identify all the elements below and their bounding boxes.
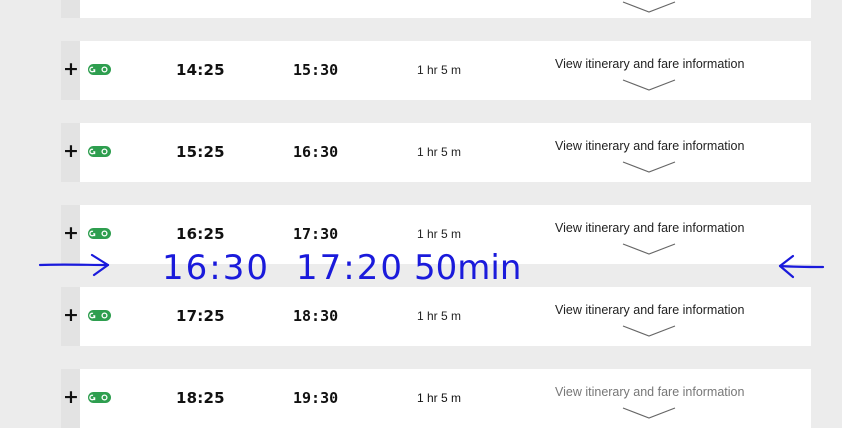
view-itinerary-link[interactable]: View itinerary and fare information xyxy=(555,303,744,317)
go-transit-logo-icon xyxy=(88,310,111,321)
trip-row: + 18:25 19:30 1 hr 5 m View itinerary an… xyxy=(61,369,811,428)
trip-duration: 1 hr 5 m xyxy=(417,391,462,405)
expand-button[interactable]: + xyxy=(62,386,80,408)
trip-duration: 1 hr 5 m xyxy=(417,227,462,241)
arrival-time: 19:30 xyxy=(293,389,339,407)
departure-time: 15:25 xyxy=(176,143,225,161)
chevron-down-icon[interactable] xyxy=(622,160,676,174)
trip-row xyxy=(61,0,811,18)
go-transit-logo-icon xyxy=(88,392,111,403)
departure-time: 17:25 xyxy=(176,307,225,325)
expand-button[interactable]: + xyxy=(62,58,80,80)
trip-duration: 1 hr 5 m xyxy=(417,309,462,323)
expand-button[interactable]: + xyxy=(62,222,80,244)
handwritten-departure: 16:30 xyxy=(162,248,270,288)
go-transit-logo-icon xyxy=(88,146,111,157)
arrival-time: 17:30 xyxy=(293,225,339,243)
trip-row: + 17:25 18:30 1 hr 5 m View itinerary an… xyxy=(61,287,811,346)
view-itinerary-link[interactable]: View itinerary and fare information xyxy=(555,139,744,153)
expand-button[interactable]: + xyxy=(62,140,80,162)
trip-duration: 1 hr 5 m xyxy=(417,145,462,159)
view-itinerary-link[interactable]: View itinerary and fare information xyxy=(555,385,744,399)
trip-row: + 15:25 16:30 1 hr 5 m View itinerary an… xyxy=(61,123,811,182)
chevron-down-icon[interactable] xyxy=(622,0,676,14)
trip-duration: 1 hr 5 m xyxy=(417,63,462,77)
arrival-time: 15:30 xyxy=(293,61,339,79)
handwritten-arrival: 17:20 xyxy=(296,248,404,288)
handwritten-right-arrow-icon xyxy=(38,253,110,277)
row-gutter xyxy=(61,0,80,18)
chevron-down-icon[interactable] xyxy=(622,242,676,256)
expand-button[interactable]: + xyxy=(62,304,80,326)
departure-time: 16:25 xyxy=(176,225,225,243)
view-itinerary-link[interactable]: View itinerary and fare information xyxy=(555,57,744,71)
departure-time: 18:25 xyxy=(176,389,225,407)
arrival-time: 18:30 xyxy=(293,307,339,325)
chevron-down-icon[interactable] xyxy=(622,406,676,420)
departure-time: 14:25 xyxy=(176,61,225,79)
go-transit-logo-icon xyxy=(88,228,111,239)
chevron-down-icon[interactable] xyxy=(622,324,676,338)
handwritten-duration: 50min xyxy=(414,248,522,288)
arrival-time: 16:30 xyxy=(293,143,339,161)
view-itinerary-link[interactable]: View itinerary and fare information xyxy=(555,221,744,235)
trip-row: + 14:25 15:30 1 hr 5 m View itinerary an… xyxy=(61,41,811,100)
handwritten-left-arrow-icon xyxy=(778,254,825,279)
go-transit-logo-icon xyxy=(88,64,111,75)
chevron-down-icon[interactable] xyxy=(622,78,676,92)
